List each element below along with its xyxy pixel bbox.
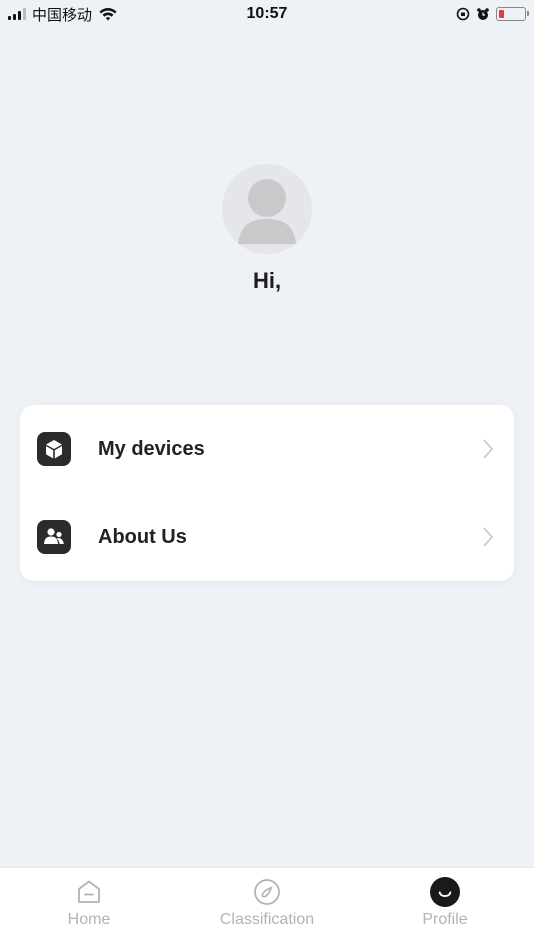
tab-label: Classification [219, 911, 315, 928]
avatar[interactable] [222, 164, 312, 254]
menu-card: My devices About Us [20, 405, 514, 581]
chevron-right-icon [483, 527, 494, 547]
battery-icon [496, 7, 529, 21]
home-icon [74, 877, 104, 907]
menu-item-about-us[interactable]: About Us [20, 493, 514, 581]
status-bar: 中国移动 10:57 [0, 0, 534, 28]
status-left: 中国移动 [8, 4, 118, 25]
cellular-signal-icon [8, 8, 26, 20]
tab-home[interactable]: Home [0, 868, 178, 950]
carrier-name: 中国移动 [32, 5, 93, 24]
wifi-icon [99, 7, 117, 20]
greeting-text: Hi, [252, 268, 282, 293]
compass-icon [252, 877, 282, 907]
menu-item-my-devices[interactable]: My devices [20, 405, 514, 493]
status-right [456, 7, 529, 21]
tab-label: Profile [422, 911, 468, 928]
menu-item-label: My devices [98, 437, 205, 460]
tab-bar: Home Classification Profile [0, 867, 534, 950]
tab-classification[interactable]: Classification [178, 868, 356, 950]
tab-label: Home [67, 911, 111, 928]
cube-icon [37, 432, 71, 466]
tab-profile[interactable]: Profile [356, 868, 534, 950]
profile-icon [430, 877, 460, 907]
people-icon [37, 520, 71, 554]
battery-level [499, 10, 504, 18]
menu-item-label: About Us [98, 525, 187, 548]
alarm-icon [477, 8, 489, 20]
default-avatar-icon [238, 179, 296, 244]
rotation-lock-icon [456, 7, 470, 21]
chevron-right-icon [483, 439, 494, 459]
